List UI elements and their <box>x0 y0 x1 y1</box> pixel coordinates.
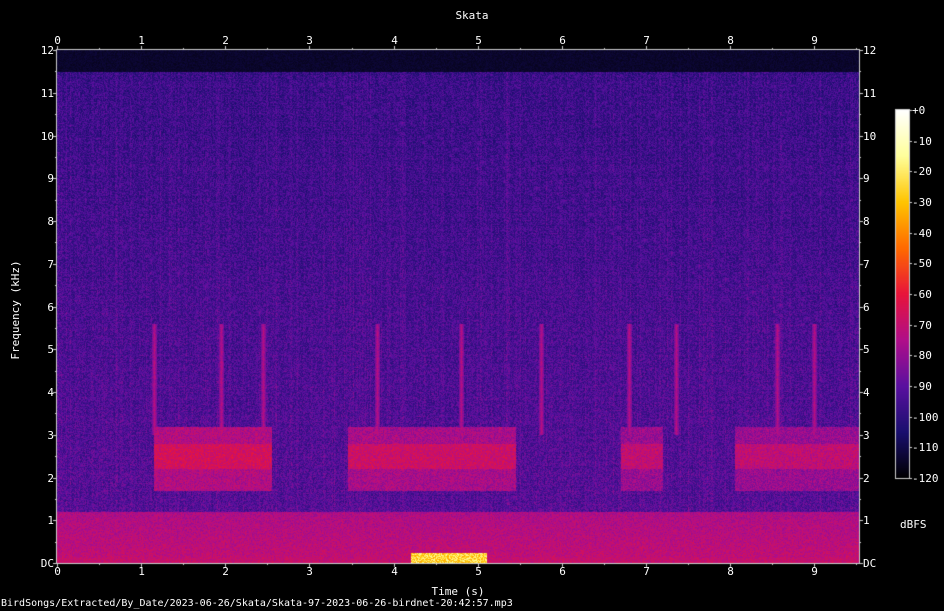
y-tick-label-right: 10 <box>863 129 877 143</box>
x-tick-label-bottom: 5 <box>475 565 482 578</box>
x-tick-label-top: 7 <box>643 34 650 47</box>
y-tick-label-right: 6 <box>863 300 870 314</box>
x-tick-label-bottom: 7 <box>643 565 650 578</box>
y-tick-label-left: 3 <box>47 428 54 442</box>
colorbar-tick-label: -120 <box>912 471 939 485</box>
colorbar-unit-label: dBFS <box>900 518 927 531</box>
y-tick-label-right: 8 <box>863 214 870 228</box>
x-tick-label-bottom: 2 <box>222 565 229 578</box>
colorbar-tick-label: -50 <box>912 256 932 270</box>
y-tick-label-right: 3 <box>863 428 870 442</box>
x-tick-label-top: 2 <box>222 34 229 47</box>
y-tick-label-left: 11 <box>40 86 54 100</box>
colorbar-tick-label: -110 <box>912 440 939 454</box>
x-tick-label-top: 4 <box>391 34 398 47</box>
y-tick-label-right: 2 <box>863 471 870 485</box>
x-tick-label-bottom: 8 <box>727 565 734 578</box>
colorbar-tick-label: -30 <box>912 195 932 209</box>
y-tick-label-left: 9 <box>47 171 54 185</box>
y-tick-label-left: DC <box>40 556 54 570</box>
x-tick-label-bottom: 3 <box>306 565 313 578</box>
y-tick-label-left: 8 <box>47 214 54 228</box>
x-axis-label: Time (s) <box>431 585 485 598</box>
colorbar-tick-label: -90 <box>912 379 932 393</box>
colorbar-tick-label: -60 <box>912 287 932 301</box>
x-tick-label-bottom: 1 <box>138 565 145 578</box>
file-path-footer: BirdSongs/Extracted/By_Date/2023-06-26/S… <box>1 598 513 609</box>
y-tick-label-right: 11 <box>863 86 877 100</box>
x-tick-label-bottom: 9 <box>811 565 818 578</box>
y-tick-label-right: 1 <box>863 513 870 527</box>
y-tick-label-left: 12 <box>40 43 54 57</box>
x-tick-label-top: 1 <box>138 34 145 47</box>
y-tick-label-right: 7 <box>863 257 870 271</box>
y-tick-label-left: 4 <box>47 385 54 399</box>
colorbar-tick-label: -40 <box>912 226 932 240</box>
colorbar-tick-label: -80 <box>912 348 932 362</box>
colorbar-tick-label: -70 <box>912 318 932 332</box>
colorbar-tick-label: -100 <box>912 410 939 424</box>
y-tick-label-left: 1 <box>47 513 54 527</box>
y-tick-label-left: 2 <box>47 471 54 485</box>
y-tick-label-left: 5 <box>47 342 54 356</box>
colorbar-tick-label: +0 <box>912 103 926 117</box>
y-tick-label-right: 12 <box>863 43 877 57</box>
x-tick-label-top: 9 <box>811 34 818 47</box>
colorbar-tick-label: -20 <box>912 164 932 178</box>
y-tick-label-right: 5 <box>863 342 870 356</box>
x-tick-label-top: 3 <box>306 34 313 47</box>
y-tick-label-right: DC <box>863 556 877 570</box>
x-tick-label-top: 8 <box>727 34 734 47</box>
x-tick-label-top: 6 <box>559 34 566 47</box>
x-tick-label-bottom: 6 <box>559 565 566 578</box>
y-tick-label-right: 4 <box>863 385 870 399</box>
chart-title: Skata <box>455 9 489 22</box>
spectrogram-canvas <box>0 0 944 611</box>
colorbar-tick-label: -10 <box>912 134 932 148</box>
y-tick-label-left: 10 <box>40 129 54 143</box>
y-tick-label-left: 6 <box>47 300 54 314</box>
x-tick-label-top: 5 <box>475 34 482 47</box>
x-tick-label-bottom: 4 <box>391 565 398 578</box>
y-tick-label-right: 9 <box>863 171 870 185</box>
y-tick-label-left: 7 <box>47 257 54 271</box>
